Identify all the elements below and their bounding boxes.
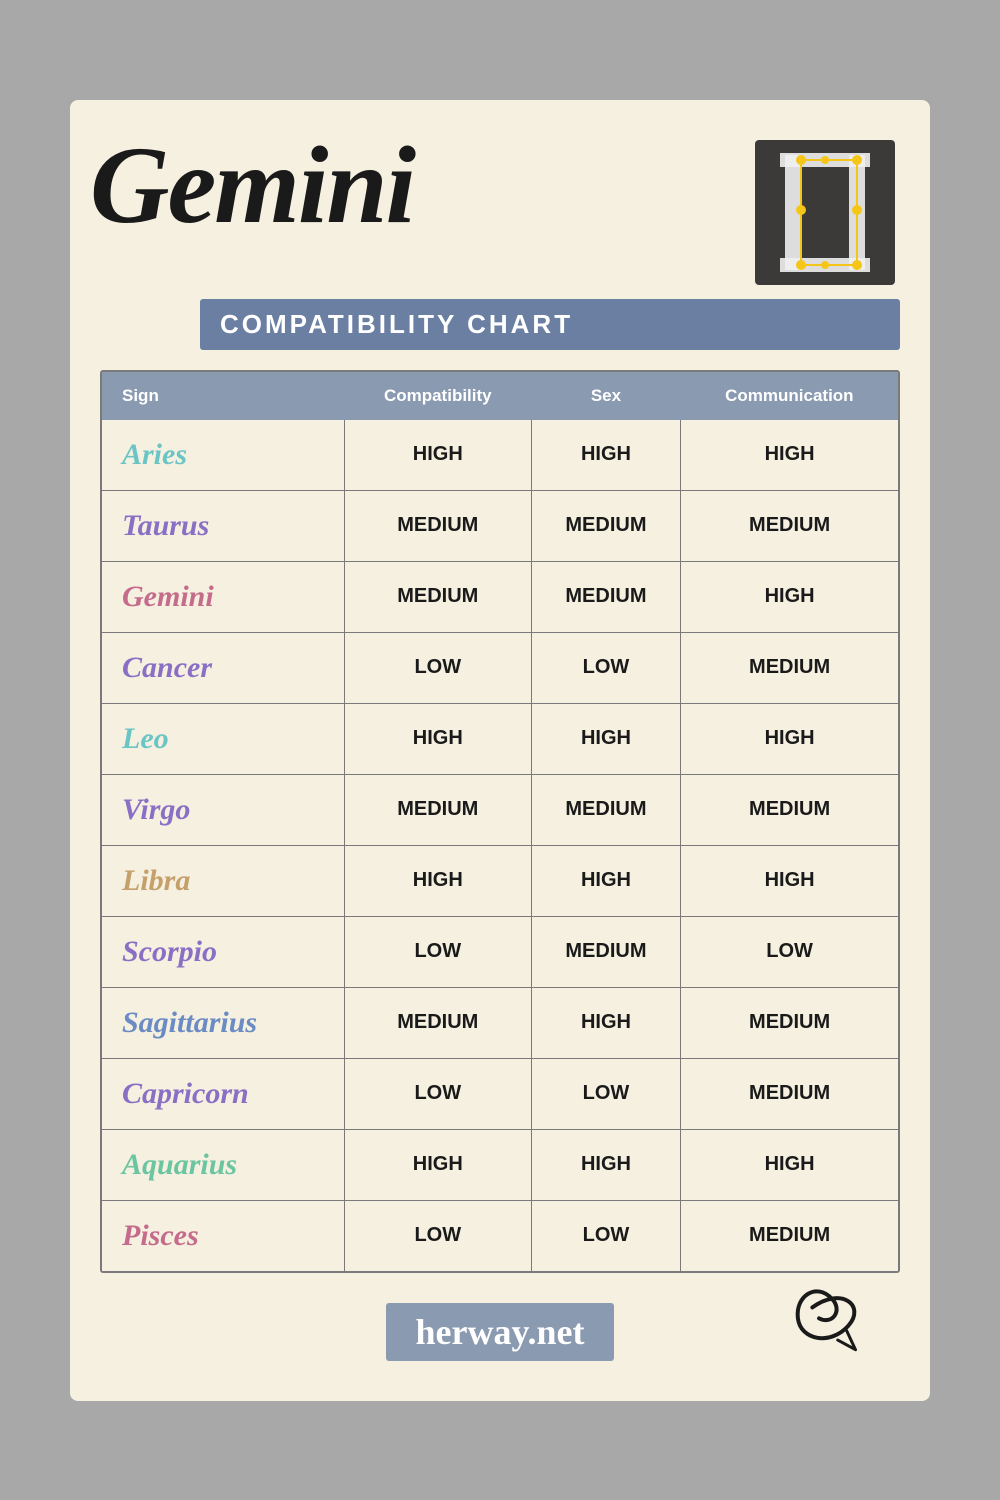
sex-cell: HIGH (531, 703, 680, 774)
table-row: TaurusMEDIUMMEDIUMMEDIUM (102, 490, 898, 561)
compatibility-cell: HIGH (344, 703, 531, 774)
communication-cell: MEDIUM (681, 490, 898, 561)
communication-cell: HIGH (681, 703, 898, 774)
gemini-symbol-icon (750, 135, 900, 290)
sex-cell: LOW (531, 1200, 680, 1271)
header: Gemini (100, 130, 900, 350)
compatibility-cell: MEDIUM (344, 490, 531, 561)
table-row: GeminiMEDIUMMEDIUMHIGH (102, 561, 898, 632)
sign-cell: Pisces (102, 1200, 344, 1271)
sign-cell: Gemini (102, 561, 344, 632)
communication-cell: LOW (681, 916, 898, 987)
sign-cell: Virgo (102, 774, 344, 845)
compatibility-cell: MEDIUM (344, 774, 531, 845)
sex-cell: HIGH (531, 987, 680, 1058)
compatibility-cell: LOW (344, 916, 531, 987)
sex-cell: HIGH (531, 420, 680, 491)
communication-cell: HIGH (681, 420, 898, 491)
sex-cell: HIGH (531, 1129, 680, 1200)
compatibility-cell: HIGH (344, 420, 531, 491)
sex-cell: MEDIUM (531, 561, 680, 632)
communication-cell: MEDIUM (681, 774, 898, 845)
sex-cell: LOW (531, 632, 680, 703)
communication-cell: HIGH (681, 561, 898, 632)
compatibility-table: Sign Compatibility Sex Communication Ari… (102, 372, 898, 1271)
sign-cell: Scorpio (102, 916, 344, 987)
col-header-sign: Sign (102, 372, 344, 420)
compatibility-cell: LOW (344, 1058, 531, 1129)
subtitle-bar: COMPATIBILITY CHART (200, 299, 900, 350)
table-row: SagittariusMEDIUMHIGHMEDIUM (102, 987, 898, 1058)
table-row: LeoHIGHHIGHHIGH (102, 703, 898, 774)
col-header-communication: Communication (681, 372, 898, 420)
compatibility-cell: HIGH (344, 845, 531, 916)
sex-cell: LOW (531, 1058, 680, 1129)
main-card: Gemini (70, 100, 930, 1401)
communication-cell: HIGH (681, 845, 898, 916)
table-header-row: Sign Compatibility Sex Communication (102, 372, 898, 420)
communication-cell: MEDIUM (681, 1058, 898, 1129)
subtitle-text: COMPATIBILITY CHART (220, 309, 573, 339)
sign-cell: Aries (102, 420, 344, 491)
communication-cell: MEDIUM (681, 987, 898, 1058)
table-row: LibraHIGHHIGHHIGH (102, 845, 898, 916)
sign-cell: Capricorn (102, 1058, 344, 1129)
sign-cell: Leo (102, 703, 344, 774)
sex-cell: HIGH (531, 845, 680, 916)
sign-cell: Libra (102, 845, 344, 916)
footer: herway.net (100, 1303, 900, 1361)
sign-cell: Sagittarius (102, 987, 344, 1058)
table-row: VirgoMEDIUMMEDIUMMEDIUM (102, 774, 898, 845)
compatibility-cell: MEDIUM (344, 561, 531, 632)
communication-cell: HIGH (681, 1129, 898, 1200)
col-header-sex: Sex (531, 372, 680, 420)
gemini-symbol-container (750, 135, 900, 290)
sign-cell: Aquarius (102, 1129, 344, 1200)
compatibility-cell: MEDIUM (344, 987, 531, 1058)
communication-cell: MEDIUM (681, 632, 898, 703)
sign-cell: Cancer (102, 632, 344, 703)
table-row: CancerLOWLOWMEDIUM (102, 632, 898, 703)
sign-cell: Taurus (102, 490, 344, 561)
compatibility-cell: LOW (344, 1200, 531, 1271)
compatibility-table-wrapper: Sign Compatibility Sex Communication Ari… (100, 370, 900, 1273)
website-text: herway.net (386, 1303, 615, 1361)
table-row: AriesHIGHHIGHHIGH (102, 420, 898, 491)
gemini-title: Gemini (90, 130, 414, 240)
table-row: AquariusHIGHHIGHHIGH (102, 1129, 898, 1200)
compatibility-cell: HIGH (344, 1129, 531, 1200)
sex-cell: MEDIUM (531, 490, 680, 561)
col-header-compatibility: Compatibility (344, 372, 531, 420)
sex-cell: MEDIUM (531, 774, 680, 845)
table-row: CapricornLOWLOWMEDIUM (102, 1058, 898, 1129)
compatibility-cell: LOW (344, 632, 531, 703)
sex-cell: MEDIUM (531, 916, 680, 987)
table-row: ScorpioLOWMEDIUMLOW (102, 916, 898, 987)
